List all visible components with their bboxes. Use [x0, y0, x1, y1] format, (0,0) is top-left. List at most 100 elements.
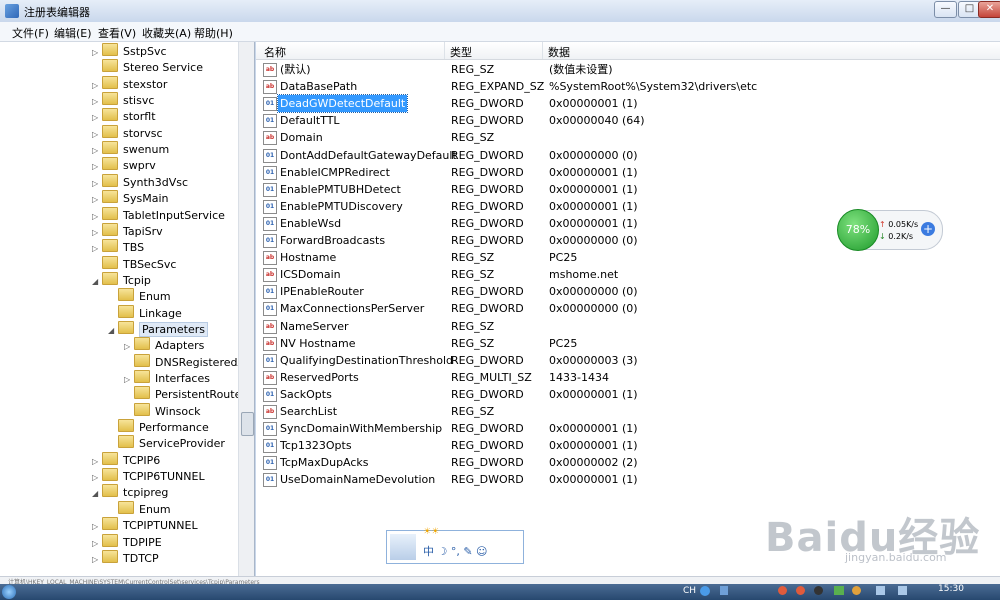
value-name[interactable]: NV Hostname [278, 335, 358, 352]
value-row[interactable]: 01 TcpMaxDupAcks REG_DWORD 0x00000002 (2) [256, 454, 1000, 471]
tree-item[interactable]: ▷ Interfaces [124, 370, 210, 386]
start-button[interactable] [2, 585, 16, 599]
tree-item[interactable]: ▷ TDPIPE [92, 533, 162, 550]
tree-item[interactable]: ▷ TCPIP6 [92, 451, 160, 468]
tree-item-label[interactable]: Synth3dVsc [123, 176, 188, 189]
tree-item[interactable]: ▷ TCPIP6TUNNEL [92, 468, 205, 484]
tray-app-icon[interactable] [852, 586, 861, 595]
tree-item-label[interactable]: SysMain [123, 192, 168, 205]
column-header-name[interactable]: 名称 [264, 44, 286, 60]
tree-item-label[interactable]: TBS [123, 241, 144, 254]
value-row[interactable]: 01 SyncDomainWithMembership REG_DWORD 0x000… [256, 420, 1000, 437]
value-row[interactable]: 01 DeadGWDetectDefault REG_DWORD 0x00000001… [256, 94, 1000, 114]
tree-item[interactable]: ▷ stisvc [92, 92, 154, 108]
memory-usage-circle[interactable]: 78% [837, 209, 879, 251]
value-row[interactable]: ab NameServer REG_SZ [256, 318, 1000, 335]
value-name[interactable]: IPEnableRouter [278, 283, 366, 300]
tree-item-label[interactable]: Interfaces [155, 372, 210, 385]
values-list[interactable]: 名称 类型 数据 ab (默认) REG_SZ (数值未设置) ab DataBasePa… [256, 42, 1000, 576]
tree-item[interactable]: ▷ Adapters [124, 337, 204, 353]
value-name[interactable]: EnablePMTUBHDetect [278, 181, 403, 198]
tree-item[interactable]: ▷ stexstor [92, 75, 167, 92]
value-name[interactable]: ICSDomain [278, 266, 343, 283]
value-name[interactable]: DataBasePath [278, 78, 359, 95]
plus-icon[interactable]: + [921, 222, 935, 236]
tree-item-label[interactable]: Adapters [155, 339, 204, 352]
menu-file[interactable]: 文件(F) [12, 25, 49, 41]
value-row[interactable]: 01 MaxConnectionsPerServer REG_DWORD 0x0000… [256, 300, 1000, 317]
tree-item-label[interactable]: TDPIPE [123, 536, 162, 549]
value-name[interactable]: TcpMaxDupAcks [278, 454, 371, 471]
value-name[interactable]: DontAddDefaultGatewayDefault [278, 147, 459, 164]
tree-item-label[interactable]: Stereo Service [123, 61, 203, 74]
value-row[interactable]: 01 SackOpts REG_DWORD 0x00000001 (1) [256, 386, 1000, 403]
tree-item[interactable]: ◢ tcpipreg [92, 484, 168, 500]
value-row[interactable]: 01 UseDomainNameDevolution REG_DWORD 0x0000… [256, 471, 1000, 488]
tree-item-label[interactable]: TBSecSvc [123, 258, 176, 271]
search-icon[interactable] [700, 586, 710, 596]
clock-time[interactable]: 15:30 [938, 584, 964, 594]
qq-icon[interactable] [796, 586, 805, 595]
menu-edit[interactable]: 编辑(E) [54, 25, 92, 41]
value-row[interactable]: 01 EnablePMTUBHDetect REG_DWORD 0x00000001 … [256, 181, 1000, 198]
column-divider[interactable] [542, 42, 543, 59]
value-row[interactable]: ab NV Hostname REG_SZ PC25 [256, 335, 1000, 352]
value-row[interactable]: ab SearchList REG_SZ [256, 403, 1000, 420]
qq-icon[interactable] [778, 586, 787, 595]
value-row[interactable]: 01 QualifyingDestinationThreshold REG_DWOR… [256, 352, 1000, 369]
tree-item[interactable]: ▷ TabletInputService [92, 206, 225, 223]
tree-item-label[interactable]: swprv [123, 159, 156, 172]
tree-item[interactable]: DNSRegisteredAda [124, 353, 254, 370]
tree-item-label[interactable]: swenum [123, 143, 169, 156]
value-name[interactable]: EnableICMPRedirect [278, 164, 392, 181]
tree-item[interactable]: ▷ swprv [92, 157, 156, 173]
ime-avatar[interactable] [390, 534, 416, 560]
ime-toolbar[interactable]: ☀☀ 中 ☽ °, ✎ ☺ [386, 527, 524, 564]
tree-item-label[interactable]: ServiceProvider [139, 437, 225, 450]
flag-icon[interactable] [898, 586, 907, 595]
tree-item[interactable]: ▷ SysMain [92, 190, 168, 206]
value-name[interactable]: Domain [278, 129, 325, 146]
collapse-arrow-icon[interactable]: ◢ [92, 486, 102, 502]
tree-item-label[interactable]: Winsock [155, 405, 201, 418]
registry-tree[interactable]: ▷ SstpSvc Stereo Service ▷ stexstor ▷ stisvc ▷ s… [0, 42, 255, 576]
column-header-type[interactable]: 类型 [450, 44, 472, 60]
network-icon[interactable] [834, 586, 844, 595]
value-name[interactable]: EnableWsd [278, 215, 343, 232]
tree-item-label[interactable]: Linkage [139, 307, 182, 320]
value-name[interactable]: QualifyingDestinationThreshold [278, 352, 455, 369]
tree-item-label[interactable]: Performance [139, 421, 209, 434]
tree-item[interactable]: Performance [108, 419, 209, 435]
tree-item-label[interactable]: TCPIP6 [123, 454, 160, 467]
value-row[interactable]: ab Hostname REG_SZ PC25 [256, 249, 1000, 266]
value-row[interactable]: 01 DefaultTTL REG_DWORD 0x00000040 (64) [256, 112, 1000, 129]
tree-item[interactable]: PersistentRoutes [124, 386, 247, 402]
tree-scrollbar[interactable] [238, 42, 254, 576]
tree-item[interactable]: Stereo Service [92, 59, 203, 75]
tree-item-label[interactable]: Tcpip [123, 274, 151, 287]
network-speed-widget[interactable]: 78% ↑ 0.05K/s ↓ 0.2K/s + [837, 209, 943, 251]
close-button[interactable]: ✕ [978, 1, 1000, 18]
tree-item[interactable]: Enum [108, 288, 171, 304]
tree-item-label[interactable]: TCPIP6TUNNEL [123, 470, 205, 483]
value-row[interactable]: 01 DontAddDefaultGatewayDefault REG_DWORD 0… [256, 147, 1000, 164]
value-row[interactable]: 01 Tcp1323Opts REG_DWORD 0x00000001 (1) [256, 437, 1000, 454]
value-row[interactable]: ab DataBasePath REG_EXPAND_SZ %SystemRoot%\… [256, 78, 1000, 95]
value-name[interactable]: MaxConnectionsPerServer [278, 300, 426, 317]
tree-item-label[interactable]: TapiSrv [123, 225, 163, 238]
tree-item-label[interactable]: storflt [123, 110, 156, 123]
value-name[interactable]: NameServer [278, 318, 351, 335]
tree-item[interactable]: ▷ TCPIPTUNNEL [92, 517, 198, 533]
tree-item[interactable]: ◢ Tcpip [92, 271, 151, 288]
ime-tool-icons[interactable]: 中 ☽ °, ✎ ☺ [423, 543, 488, 559]
tree-item-label[interactable]: TCPIPTUNNEL [123, 519, 198, 532]
menu-view[interactable]: 查看(V) [98, 25, 136, 41]
tree-item-label[interactable]: storvsc [123, 127, 163, 140]
tree-item-label[interactable]: Enum [139, 290, 171, 303]
tree-item-label[interactable]: SstpSvc [123, 45, 167, 58]
menu-help[interactable]: 帮助(H) [194, 25, 233, 41]
tree-item-label[interactable]: TDTCP [123, 552, 159, 565]
value-row[interactable]: ab Domain REG_SZ [256, 129, 1000, 146]
value-name[interactable]: Hostname [278, 249, 338, 266]
value-name[interactable]: ForwardBroadcasts [278, 232, 387, 249]
